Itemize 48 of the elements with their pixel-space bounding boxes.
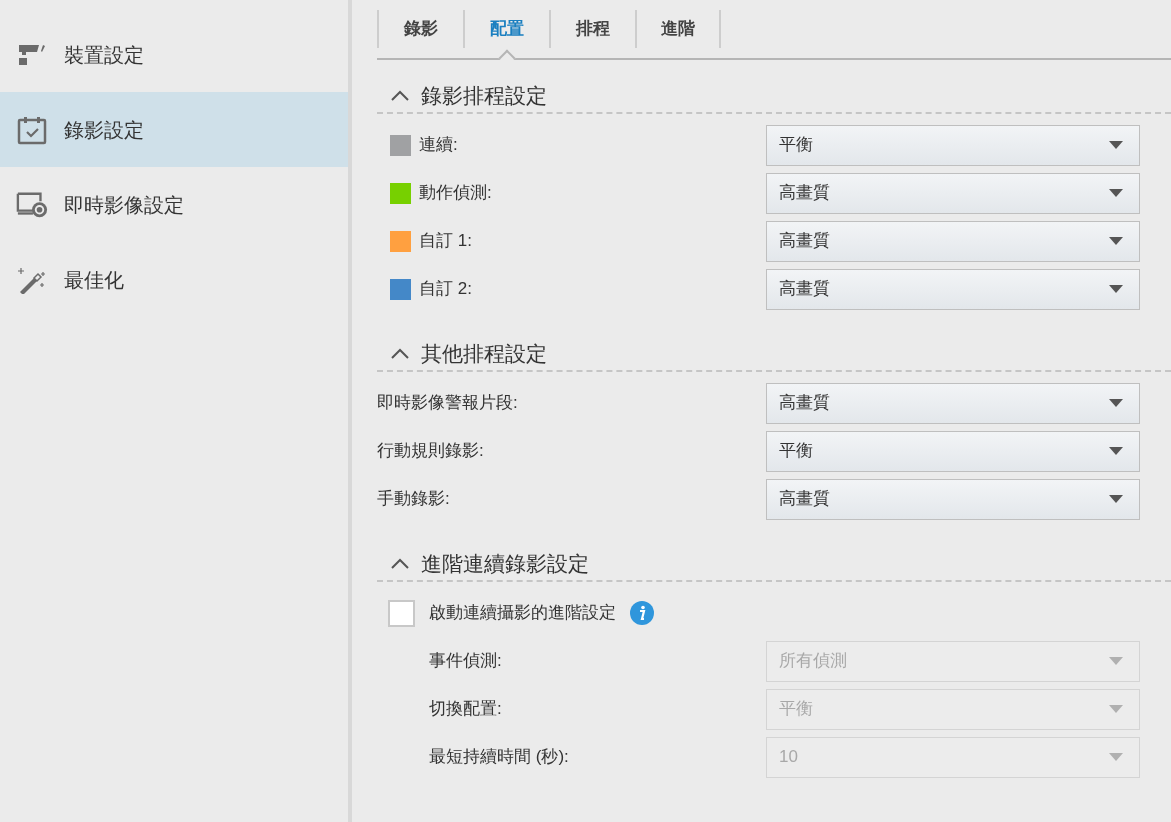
field-label: 最短持續時間 (秒): xyxy=(429,746,569,769)
magic-wand-icon xyxy=(16,265,48,294)
dropdown-arrow-icon xyxy=(1109,399,1123,407)
sidebar-item[interactable]: 即時影像設定 xyxy=(0,167,348,242)
field-label: 即時影像警報片段: xyxy=(377,392,518,415)
field-label: 自訂 2: xyxy=(419,278,472,301)
dropdown-select[interactable]: 平衡 xyxy=(766,430,1140,472)
dropdown-arrow-icon xyxy=(1109,141,1123,149)
field-label: 手動錄影: xyxy=(377,488,450,511)
dropdown-select[interactable]: 高畫質 xyxy=(766,478,1140,520)
camera-icon xyxy=(17,42,47,67)
dropdown-select[interactable]: 高畫質 xyxy=(766,382,1140,424)
calendar-icon xyxy=(17,114,47,145)
tab[interactable]: 進階 xyxy=(635,10,721,48)
chevron-up-icon[interactable] xyxy=(391,90,409,101)
dropdown-arrow-icon xyxy=(1109,657,1123,665)
dropdown-select[interactable]: 高畫質 xyxy=(766,220,1140,262)
tab[interactable]: 配置 xyxy=(463,10,549,48)
field-label: 動作偵測: xyxy=(419,182,492,205)
field-label: 切換配置: xyxy=(429,698,502,721)
dropdown-arrow-icon xyxy=(1109,705,1123,713)
sidebar-item[interactable]: 最佳化 xyxy=(0,242,348,317)
dropdown-select[interactable]: 高畫質 xyxy=(766,172,1140,214)
checkbox[interactable] xyxy=(388,599,415,627)
field-label: 連續: xyxy=(419,134,458,157)
info-icon[interactable] xyxy=(630,601,654,625)
tab[interactable]: 排程 xyxy=(549,10,635,48)
sidebar-item[interactable]: 錄影設定 xyxy=(0,92,348,167)
section-title: 錄影排程設定 xyxy=(421,82,547,109)
section-title: 進階連續錄影設定 xyxy=(421,550,589,577)
chevron-up-icon[interactable] xyxy=(391,558,409,569)
field-label: 自訂 1: xyxy=(419,230,472,253)
dropdown-select[interactable]: 高畫質 xyxy=(766,268,1140,310)
sidebar-item[interactable]: 裝置設定 xyxy=(0,17,348,92)
section-title: 其他排程設定 xyxy=(421,340,547,367)
dropdown-arrow-icon xyxy=(1109,237,1123,245)
field-label: 行動規則錄影: xyxy=(377,440,484,463)
checkbox-label: 啟動連續攝影的進階設定 xyxy=(429,602,616,625)
tab[interactable]: 錄影 xyxy=(377,10,463,48)
dropdown-arrow-icon xyxy=(1109,495,1123,503)
chevron-up-icon[interactable] xyxy=(391,348,409,359)
dropdown-arrow-icon xyxy=(1109,189,1123,197)
field-label: 事件偵測: xyxy=(429,650,502,673)
dropdown-arrow-icon xyxy=(1109,447,1123,455)
monitor-camera-icon xyxy=(16,190,48,219)
dropdown-select[interactable]: 平衡 xyxy=(766,124,1140,166)
dropdown-arrow-icon xyxy=(1109,753,1123,761)
dropdown-arrow-icon xyxy=(1109,285,1123,293)
